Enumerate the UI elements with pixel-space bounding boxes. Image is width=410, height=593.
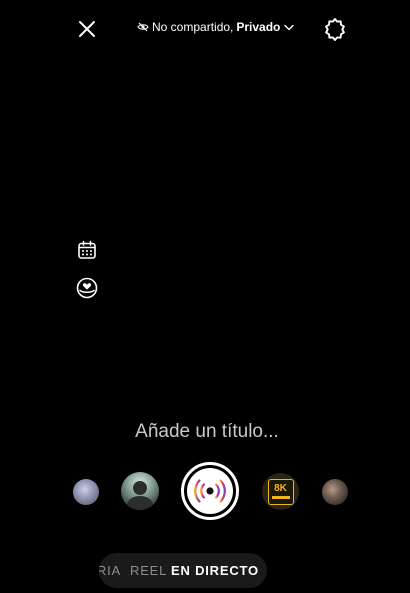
chevron-down-icon [284, 24, 295, 31]
close-button[interactable] [74, 16, 100, 42]
mode-history[interactable]: HISTORIA [99, 563, 121, 578]
privacy-selector[interactable]: No compartido, Privado [137, 18, 295, 36]
broadcast-icon [194, 479, 226, 503]
silhouette-head [133, 481, 147, 495]
effect-thumbnail[interactable] [322, 479, 348, 505]
settings-gear-icon [325, 18, 345, 41]
close-icon [79, 21, 95, 37]
eye-slash-icon [137, 22, 149, 32]
live-camera-screen: No compartido, Privado Añade un título..… [0, 0, 410, 593]
heart-coin-icon [76, 277, 98, 299]
mode-selector: HISTORIA REEL EN DIRECTO [99, 553, 267, 588]
capture-inner [187, 468, 233, 514]
privacy-status: No compartido, [152, 20, 234, 34]
8k-label: 8K [274, 483, 287, 494]
8k-strip [271, 496, 290, 499]
mode-reel[interactable]: REEL [130, 563, 167, 578]
effect-thumbnail[interactable] [73, 479, 99, 505]
silhouette-shoulders [127, 496, 153, 510]
calendar-icon [78, 240, 96, 259]
schedule-button[interactable] [75, 238, 99, 262]
go-live-button[interactable] [181, 462, 239, 520]
effect-thumbnail-8k[interactable]: 8K [262, 473, 299, 510]
title-input[interactable] [0, 420, 410, 444]
mode-live[interactable]: EN DIRECTO [171, 563, 259, 578]
settings-button[interactable] [322, 16, 348, 42]
top-bar: No compartido, Privado [0, 0, 410, 60]
8k-badge: 8K [267, 478, 294, 505]
privacy-value: Privado [236, 20, 281, 34]
effect-thumbnail[interactable] [121, 472, 159, 510]
fundraiser-button[interactable] [75, 276, 99, 300]
